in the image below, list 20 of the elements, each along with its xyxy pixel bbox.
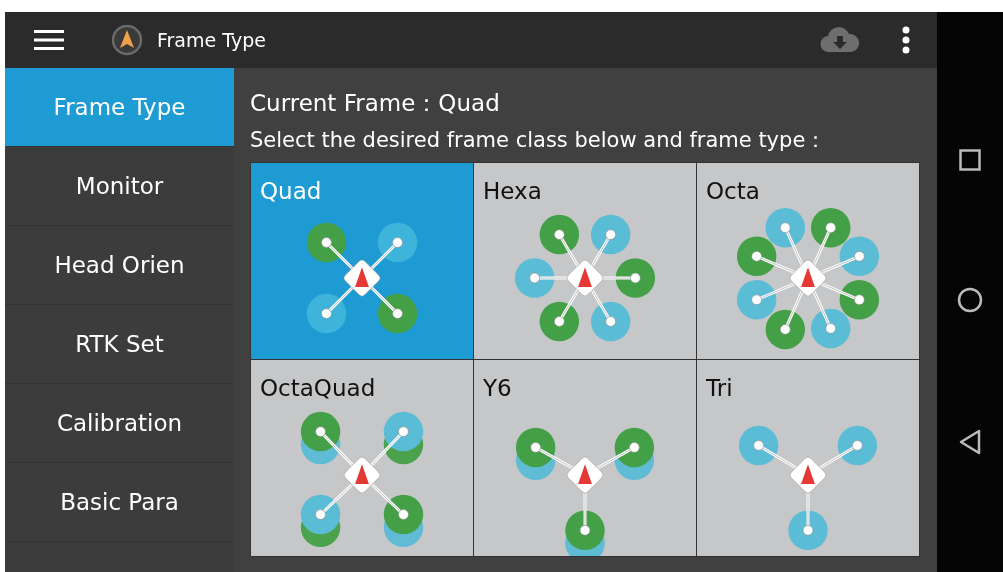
frame-option[interactable]: Octa [697,163,919,359]
frame-option[interactable]: Y6 [474,360,696,556]
app-bar-title: Frame Type [157,29,266,51]
home-icon[interactable] [957,287,983,313]
current-frame-text: Current Frame：Quad [250,89,501,118]
frame-label: OctaQuad [260,374,376,402]
frame-option[interactable]: Tri [697,360,919,556]
frame-label: Tri [706,374,733,402]
frame-label: Hexa [483,177,542,205]
menu-icon[interactable] [34,30,64,50]
recent-apps-icon[interactable] [959,149,981,171]
frame-label: Quad [260,177,322,205]
more-options-icon[interactable] [901,26,911,54]
frame-label: Octa [706,177,760,205]
instruction-text: Select the desired frame class below and frame type： [250,127,828,154]
frame-option[interactable]: Hexa [474,163,696,359]
frame-label: Y6 [483,374,512,402]
frame-option[interactable]: OctaQuad [251,360,473,556]
cloud-download-icon[interactable] [820,27,860,53]
back-icon[interactable] [959,429,981,455]
